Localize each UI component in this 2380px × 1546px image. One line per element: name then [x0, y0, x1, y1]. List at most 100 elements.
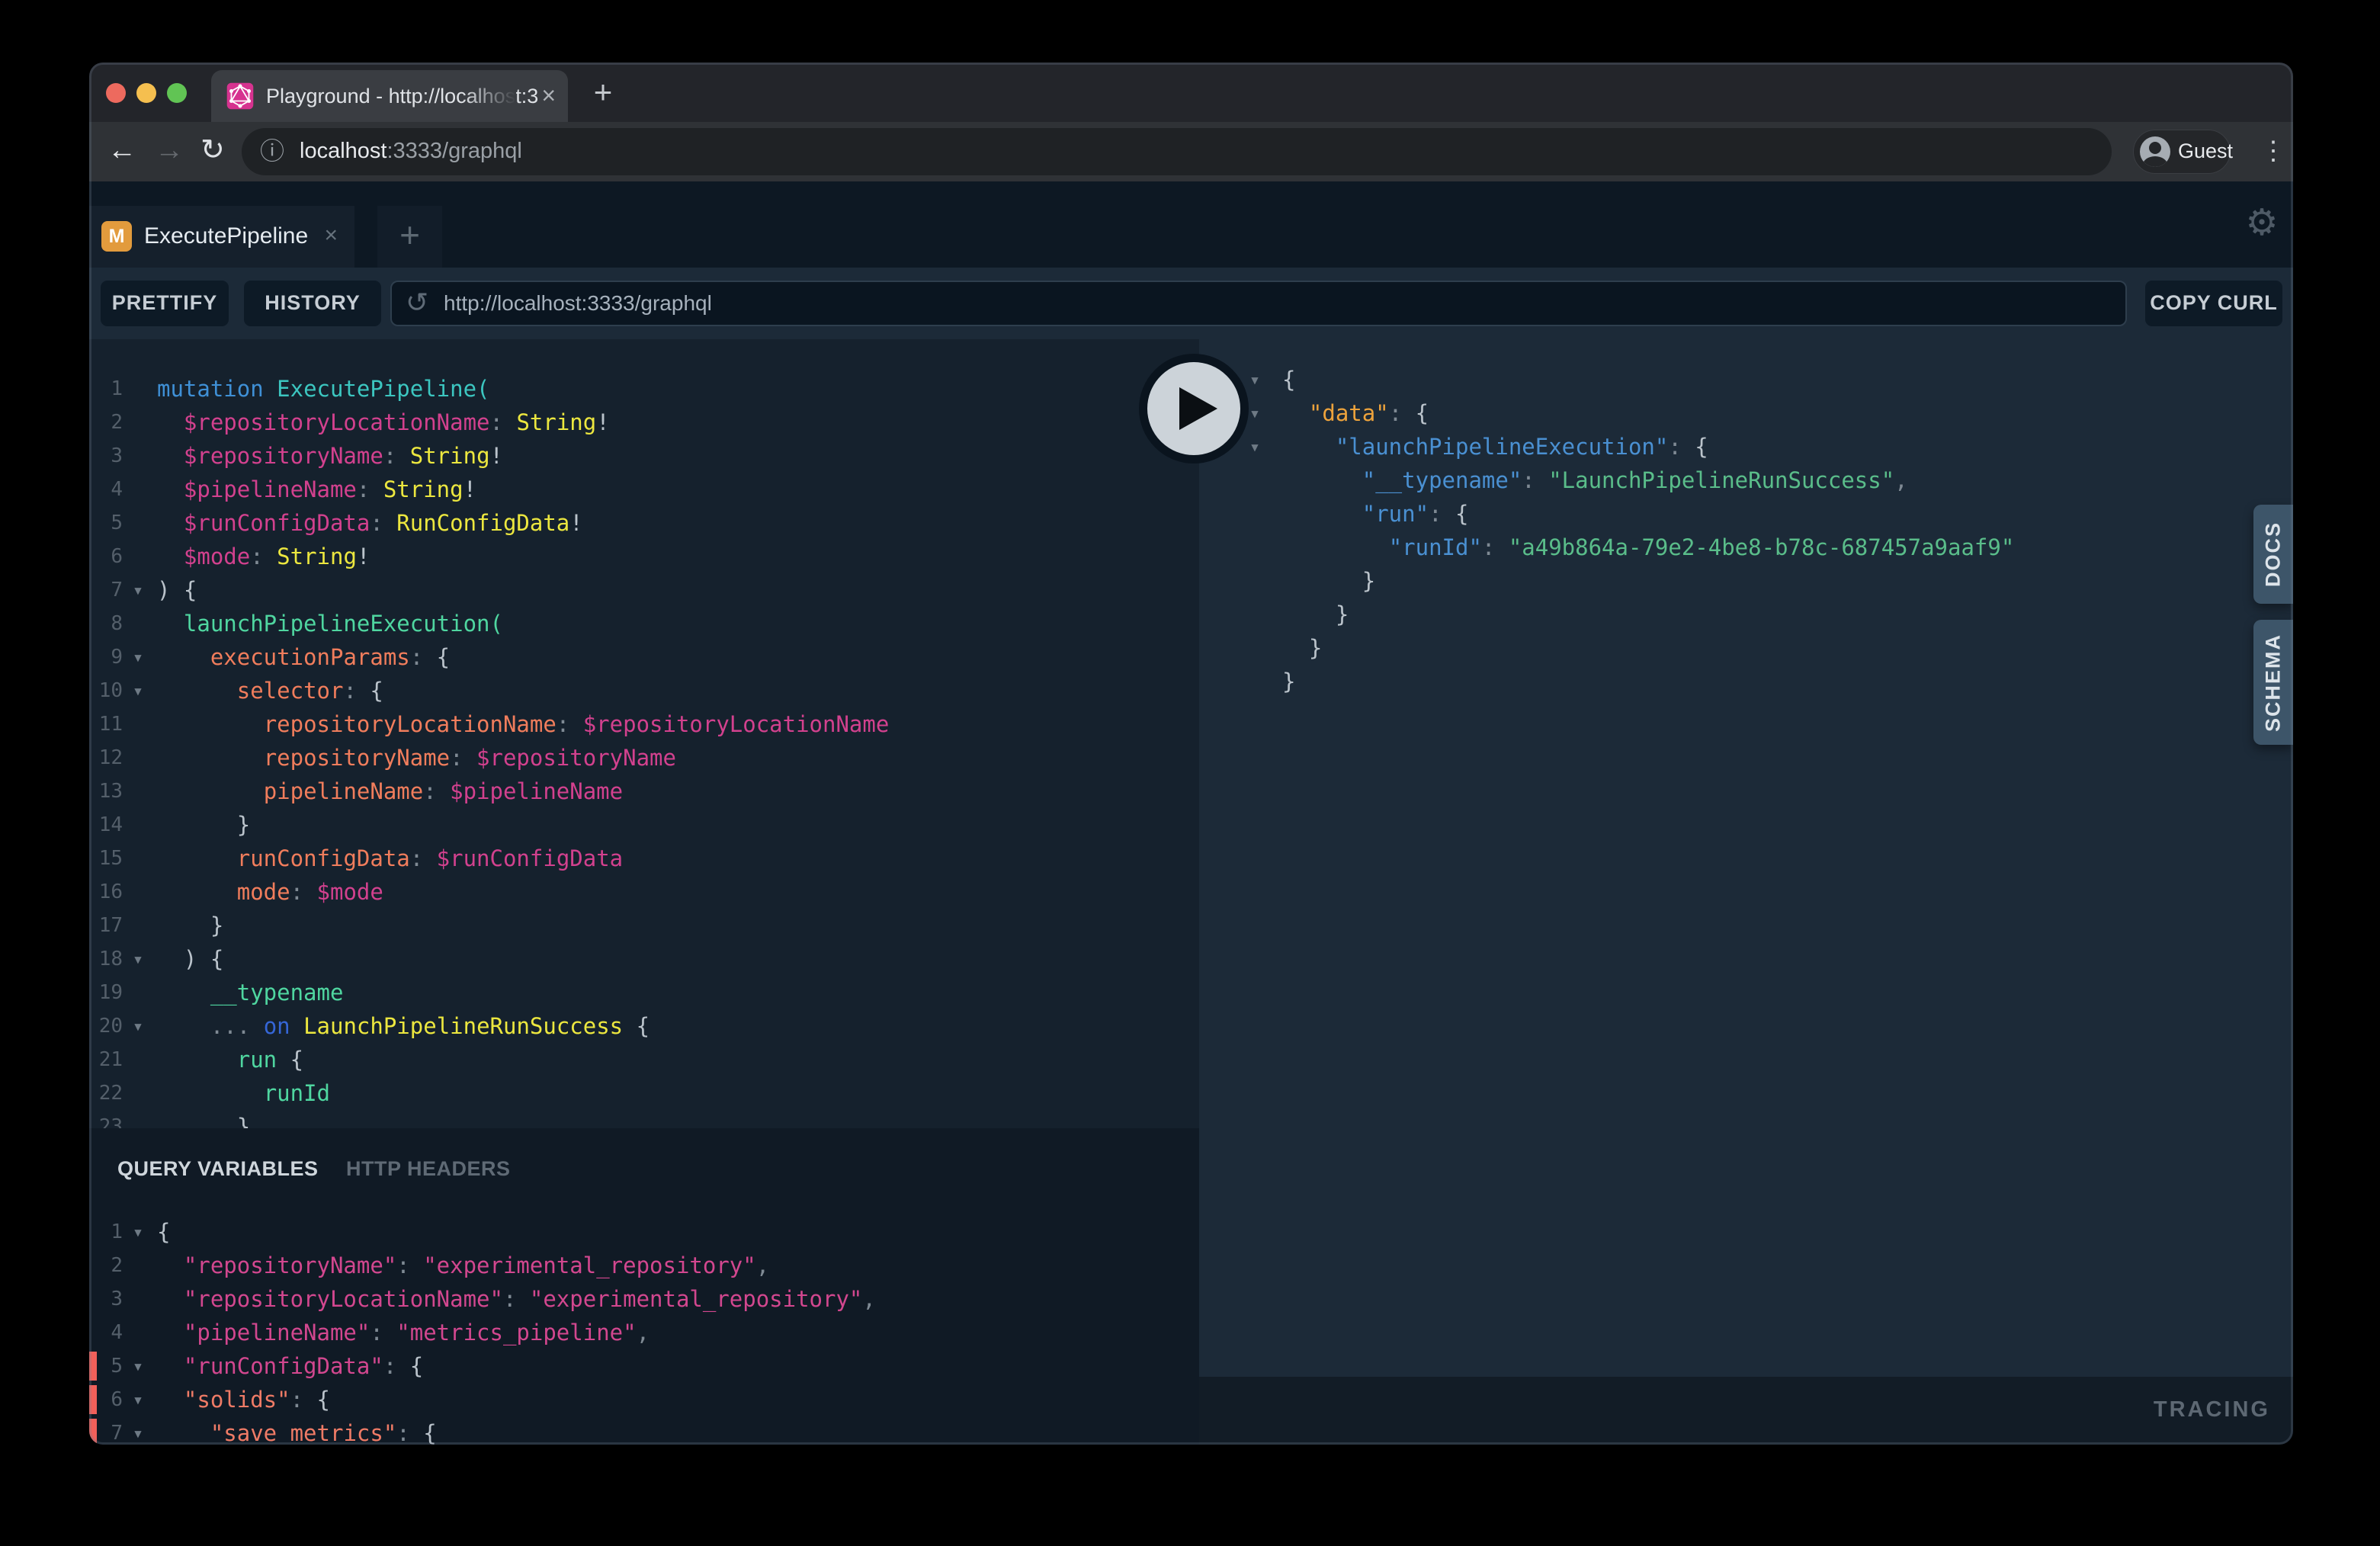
fold-arrow-icon[interactable]: ▾: [127, 1349, 149, 1383]
code-text: "runId": "a49b864a-79e2-4be8-b78c-687457…: [1282, 531, 2014, 564]
line-number: 7: [89, 573, 123, 607]
back-icon[interactable]: ←: [107, 122, 136, 181]
avatar: [2140, 136, 2170, 167]
code-line: 6 $mode: String!: [89, 540, 1199, 573]
code-line: 8 launchPipelineExecution(: [89, 607, 1199, 640]
site-info-icon[interactable]: ⓘ: [260, 128, 284, 175]
line-number: 2: [89, 1249, 123, 1282]
code-text: pipelineName: $pipelineName: [157, 775, 623, 808]
tab-query-variables[interactable]: QUERY VARIABLES: [117, 1156, 319, 1182]
new-tab-button[interactable]: +: [583, 73, 623, 113]
code-text: "repositoryName": "experimental_reposito…: [157, 1249, 769, 1282]
traffic-light-minimize[interactable]: [136, 83, 156, 103]
browser-menu-icon[interactable]: ⋮: [2260, 122, 2286, 181]
line-number: 5: [89, 1349, 123, 1383]
code-line: 5 $runConfigData: RunConfigData!: [89, 506, 1199, 540]
endpoint-history-icon[interactable]: ↺: [406, 282, 428, 325]
code-text: "data": {: [1282, 396, 1429, 430]
history-button[interactable]: HISTORY: [244, 281, 381, 326]
code-line: 6▾ "solids": {: [89, 1383, 1199, 1416]
fold-arrow-icon[interactable]: ▾: [127, 674, 149, 707]
endpoint-input[interactable]: ↺ http://localhost:3333/graphql: [390, 281, 2127, 326]
code-line: "runId": "a49b864a-79e2-4be8-b78c-687457…: [1199, 531, 2293, 564]
fold-arrow-icon[interactable]: ▾: [127, 1009, 149, 1043]
browser-window: Playground - http://localhost:3 × + ← → …: [89, 63, 2293, 1445]
code-text: selector: {: [157, 674, 383, 707]
line-number: 5: [89, 506, 123, 540]
browser-toolbar: ← → ↻ ⓘ localhost:3333/graphql Guest ⋮: [89, 122, 2293, 181]
code-line: "__typename": "LaunchPipelineRunSuccess"…: [1199, 463, 2293, 497]
fold-arrow-icon[interactable]: ▾: [1243, 430, 1266, 463]
settings-gear-icon[interactable]: ⚙: [2237, 200, 2286, 249]
playground-tab-executepipeline[interactable]: M ExecutePipeline ×: [89, 206, 354, 268]
code-text: repositoryName: $repositoryName: [157, 741, 676, 775]
line-number: 4: [89, 473, 123, 506]
query-editor[interactable]: 1mutation ExecutePipeline(2 $repositoryL…: [89, 339, 1199, 1128]
reload-icon[interactable]: ↻: [200, 122, 225, 181]
fold-arrow-icon[interactable]: ▾: [127, 942, 149, 976]
code-line: ▾ "launchPipelineExecution": {: [1199, 430, 2293, 463]
tracing-label[interactable]: TRACING: [2154, 1377, 2270, 1445]
code-line: 19 __typename: [89, 976, 1199, 1009]
code-text: "repositoryLocationName": "experimental_…: [157, 1282, 876, 1316]
traffic-light-zoom[interactable]: [167, 83, 187, 103]
line-number: 23: [89, 1110, 123, 1128]
code-line: ▾ "data": {: [1199, 396, 2293, 430]
line-number: 21: [89, 1043, 123, 1076]
code-text: $repositoryLocationName: String!: [157, 406, 610, 439]
code-line: 7▾ "save_metrics": {: [89, 1416, 1199, 1445]
address-bar[interactable]: ⓘ localhost:3333/graphql: [242, 128, 2112, 175]
line-number: 1: [89, 372, 123, 406]
code-line: 1mutation ExecutePipeline(: [89, 372, 1199, 406]
fold-arrow-icon[interactable]: ▾: [127, 640, 149, 674]
code-line: 3 $repositoryName: String!: [89, 439, 1199, 473]
code-line: 15 runConfigData: $runConfigData: [89, 842, 1199, 875]
code-line: 3 "repositoryLocationName": "experimenta…: [89, 1282, 1199, 1316]
profile-button[interactable]: Guest: [2133, 130, 2231, 174]
code-line: 13 pipelineName: $pipelineName: [89, 775, 1199, 808]
code-line: }: [1199, 665, 2293, 698]
fold-arrow-icon[interactable]: ▾: [1243, 363, 1266, 396]
docs-side-tab[interactable]: DOCS: [2253, 505, 2293, 604]
line-number: 6: [89, 1383, 123, 1416]
query-variables-panel[interactable]: QUERY VARIABLES HTTP HEADERS 1▾{2 "repos…: [89, 1128, 1199, 1445]
fold-arrow-icon[interactable]: ▾: [127, 1383, 149, 1416]
code-text: {: [1282, 363, 1295, 396]
code-line: }: [1199, 564, 2293, 598]
playground-new-tab-button[interactable]: +: [377, 206, 442, 268]
code-text: $repositoryName: String!: [157, 439, 503, 473]
line-number: 8: [89, 607, 123, 640]
code-line: 2 "repositoryName": "experimental_reposi…: [89, 1249, 1199, 1282]
code-text: runConfigData: $runConfigData: [157, 842, 623, 875]
browser-tab[interactable]: Playground - http://localhost:3 ×: [211, 70, 568, 122]
code-text: }: [157, 1110, 250, 1128]
profile-label: Guest: [2178, 130, 2233, 173]
schema-side-tab[interactable]: SCHEMA: [2253, 620, 2293, 745]
code-line: 10▾ selector: {: [89, 674, 1199, 707]
code-line: 2 $repositoryLocationName: String!: [89, 406, 1199, 439]
tab-http-headers[interactable]: HTTP HEADERS: [346, 1156, 511, 1182]
traffic-light-close[interactable]: [106, 83, 126, 103]
line-number: 20: [89, 1009, 123, 1043]
code-text: ) {: [157, 573, 197, 607]
code-text: mode: $mode: [157, 875, 383, 909]
playground-tab-close-icon[interactable]: ×: [324, 206, 338, 268]
code-text: repositoryLocationName: $repositoryLocat…: [157, 707, 889, 741]
code-line: ▾{: [1199, 363, 2293, 396]
copy-curl-button[interactable]: COPY CURL: [2145, 281, 2282, 326]
code-line: 11 repositoryLocationName: $repositoryLo…: [89, 707, 1199, 741]
code-text: "run": {: [1282, 497, 1468, 531]
code-text: "pipelineName": "metrics_pipeline",: [157, 1316, 650, 1349]
tab-close-icon[interactable]: ×: [541, 70, 556, 122]
address-url: localhost:3333/graphql: [300, 128, 522, 175]
tab-title-fade: [463, 70, 516, 122]
code-line: 4 "pipelineName": "metrics_pipeline",: [89, 1316, 1199, 1349]
code-line: 17 }: [89, 909, 1199, 942]
prettify-button[interactable]: PRETTIFY: [101, 281, 229, 326]
execute-play-button[interactable]: [1139, 354, 1249, 463]
endpoint-url: http://localhost:3333/graphql: [444, 282, 712, 325]
forward-icon[interactable]: →: [155, 122, 184, 181]
fold-arrow-icon[interactable]: ▾: [127, 1215, 149, 1249]
fold-arrow-icon[interactable]: ▾: [127, 573, 149, 607]
fold-arrow-icon[interactable]: ▾: [127, 1416, 149, 1445]
